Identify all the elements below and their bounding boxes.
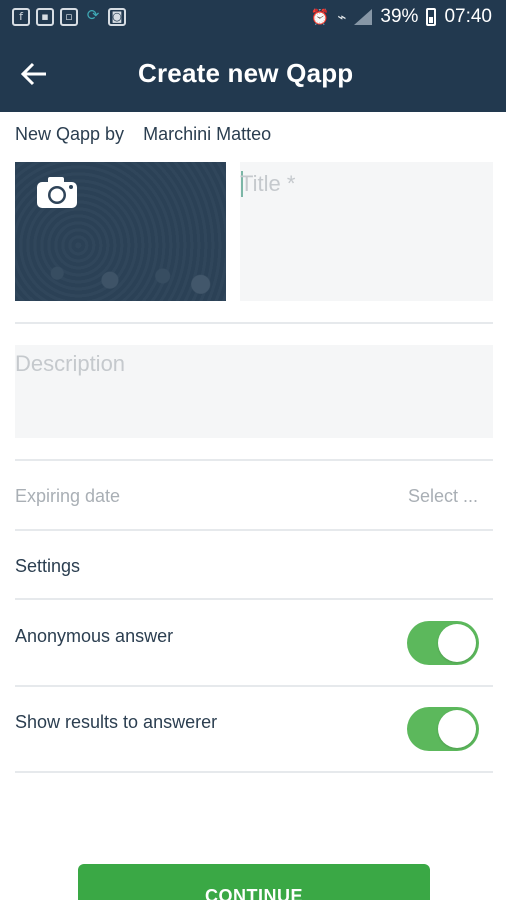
wifi-icon: ⌁ [337,8,347,26]
byline-prefix: New Qapp by [15,124,125,144]
sync-icon: ⟳ [86,6,100,24]
divider [15,459,493,461]
photo-icon: ▫ [60,8,78,26]
anonymous-answer-label: Anonymous answer [15,626,174,646]
app-bar: Create new Qapp [0,36,506,112]
expiring-date-label: Expiring date [15,486,121,506]
back-button[interactable] [14,54,54,94]
anonymous-answer-toggle[interactable] [407,621,479,665]
battery-icon [426,8,437,26]
camera-icon [37,177,77,208]
title-input[interactable] [240,162,493,206]
show-results-label: Show results to answerer [15,712,218,732]
continue-button[interactable]: CONTINUE [78,864,430,900]
description-input[interactable] [15,345,493,438]
clock: 07:40 [444,6,492,27]
divider [15,771,493,773]
cover-photo-picker[interactable] [15,162,226,301]
divider [15,685,493,687]
expiring-date-select[interactable]: Select ... [408,486,478,507]
byline: New Qapp by Marchini Matteo [15,124,271,145]
gallery-icon: ▪ [36,8,54,26]
title-field-container [240,162,493,301]
author-name: Marchini Matteo [143,124,272,144]
alarm-icon: ⏰ [310,8,330,26]
toggle-knob [438,624,476,662]
signal-icon [354,9,373,25]
back-arrow-icon [20,62,46,86]
settings-heading: Settings [15,556,81,576]
notification-icons: f ▪ ▫ ⟳ ◙ [12,8,126,26]
divider [15,529,493,531]
facebook-icon: f [12,8,30,26]
toggle-knob [438,710,476,748]
description-field-container [15,345,493,438]
divider [15,322,493,324]
app-icon: ◙ [108,8,126,26]
status-bar: f ▪ ▫ ⟳ ◙ ⏰ ⌁ 39% 07:40 [0,0,506,36]
show-results-toggle[interactable] [407,707,479,751]
divider [15,598,493,600]
page-title: Create new Qapp [138,58,354,88]
battery-percent: 39% [380,6,419,27]
